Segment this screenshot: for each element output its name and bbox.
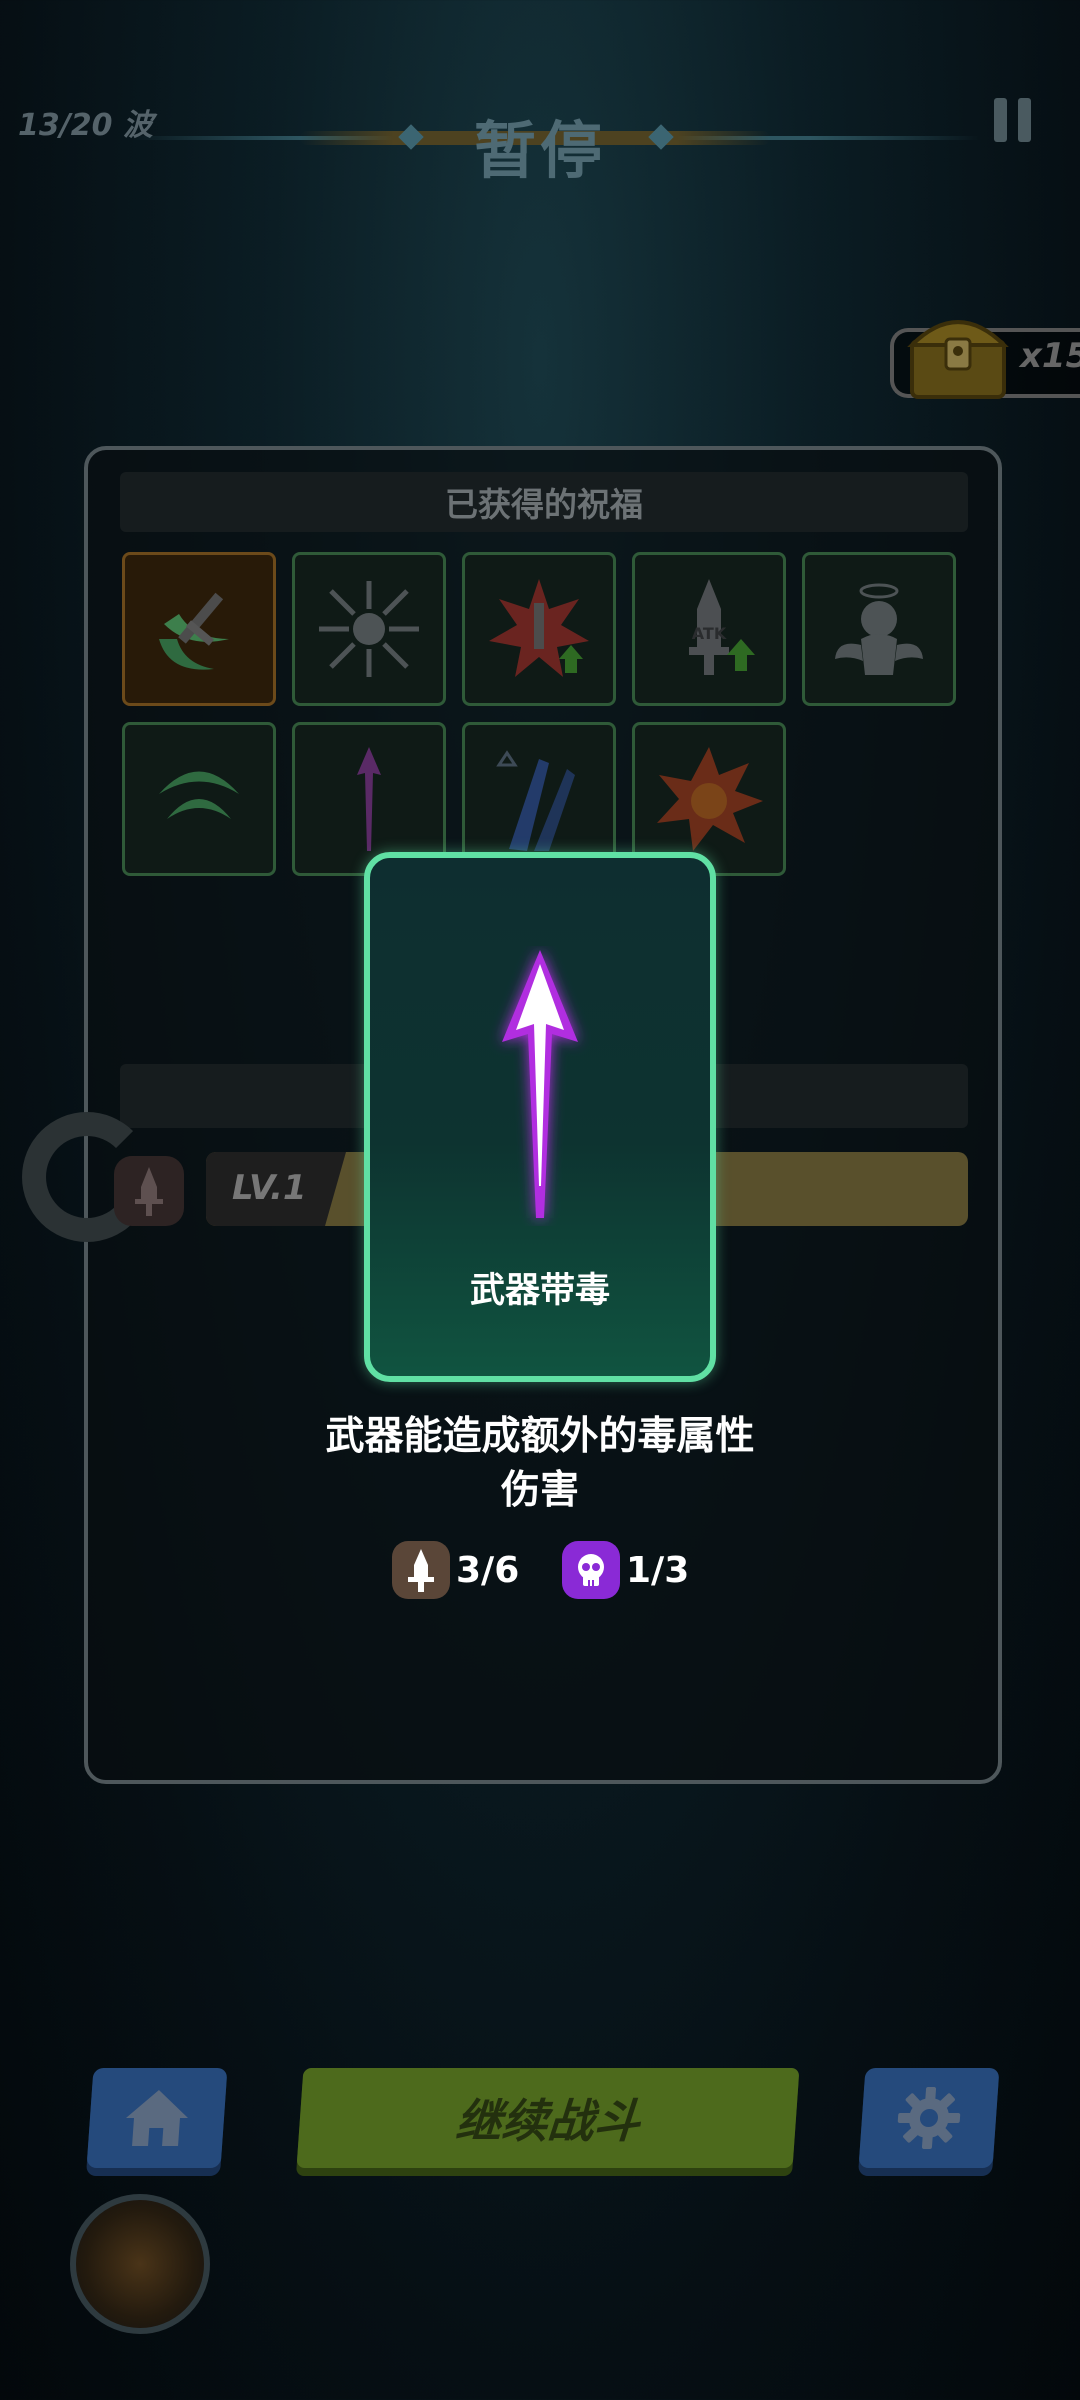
hero-avatar[interactable] [70, 2194, 210, 2334]
panel-header: 已获得的祝福 [120, 472, 968, 532]
card-name: 武器带毒 [469, 1271, 610, 1311]
skull-arrows-icon [319, 581, 419, 677]
blessing-slot-6[interactable] [122, 722, 276, 876]
green-crescent-icon [159, 771, 239, 819]
pause-title: 暂停 [473, 114, 606, 187]
blessing-slot-5[interactable] [802, 552, 956, 706]
poison-arrow-icon [357, 747, 381, 851]
poison-arrow-icon [502, 950, 578, 1218]
angel-icon [835, 583, 923, 675]
treasure-chest-icon [907, 320, 1009, 399]
weapon-stat-value: 3/6 [456, 1549, 520, 1591]
chest-count: x15 [1020, 336, 1080, 376]
weapon-icon [114, 1156, 184, 1226]
poison-stat: 1/3 [562, 1540, 689, 1600]
svg-text:ATK: ATK [692, 624, 727, 643]
explosion-skull-icon [657, 747, 763, 851]
weapon-stat: 3/6 [392, 1540, 519, 1600]
blessing-slot-1[interactable] [122, 552, 276, 706]
weapon-level: LV.1 [232, 1168, 307, 1208]
gear-icon [897, 2087, 961, 2149]
blessing-card[interactable]: 武器带毒 [364, 852, 716, 1382]
blessing-slot-2[interactable] [292, 552, 446, 706]
home-button[interactable] [86, 2068, 228, 2168]
settings-button[interactable] [858, 2068, 1000, 2168]
atk-up-icon: ATK [689, 579, 755, 675]
skull-icon [562, 1541, 620, 1599]
card-description: 武器能造成额外的毒属性 伤害 [0, 1410, 1080, 1518]
description-line-2: 伤害 [500, 1468, 579, 1513]
green-sword-slash-icon [159, 592, 229, 670]
burst-sword-up-icon [489, 579, 589, 677]
pause-icon[interactable] [994, 98, 1034, 142]
blessing-slot-4[interactable]: ATK [632, 552, 786, 706]
ice-shards-icon [496, 750, 575, 851]
blessing-slot-3[interactable] [462, 552, 616, 706]
continue-battle-button[interactable]: 继续战斗 [296, 2068, 800, 2168]
description-line-1: 武器能造成额外的毒属性 [325, 1414, 755, 1459]
sword-icon [392, 1541, 450, 1599]
poison-stat-value: 1/3 [626, 1549, 690, 1591]
home-icon [126, 2090, 188, 2146]
